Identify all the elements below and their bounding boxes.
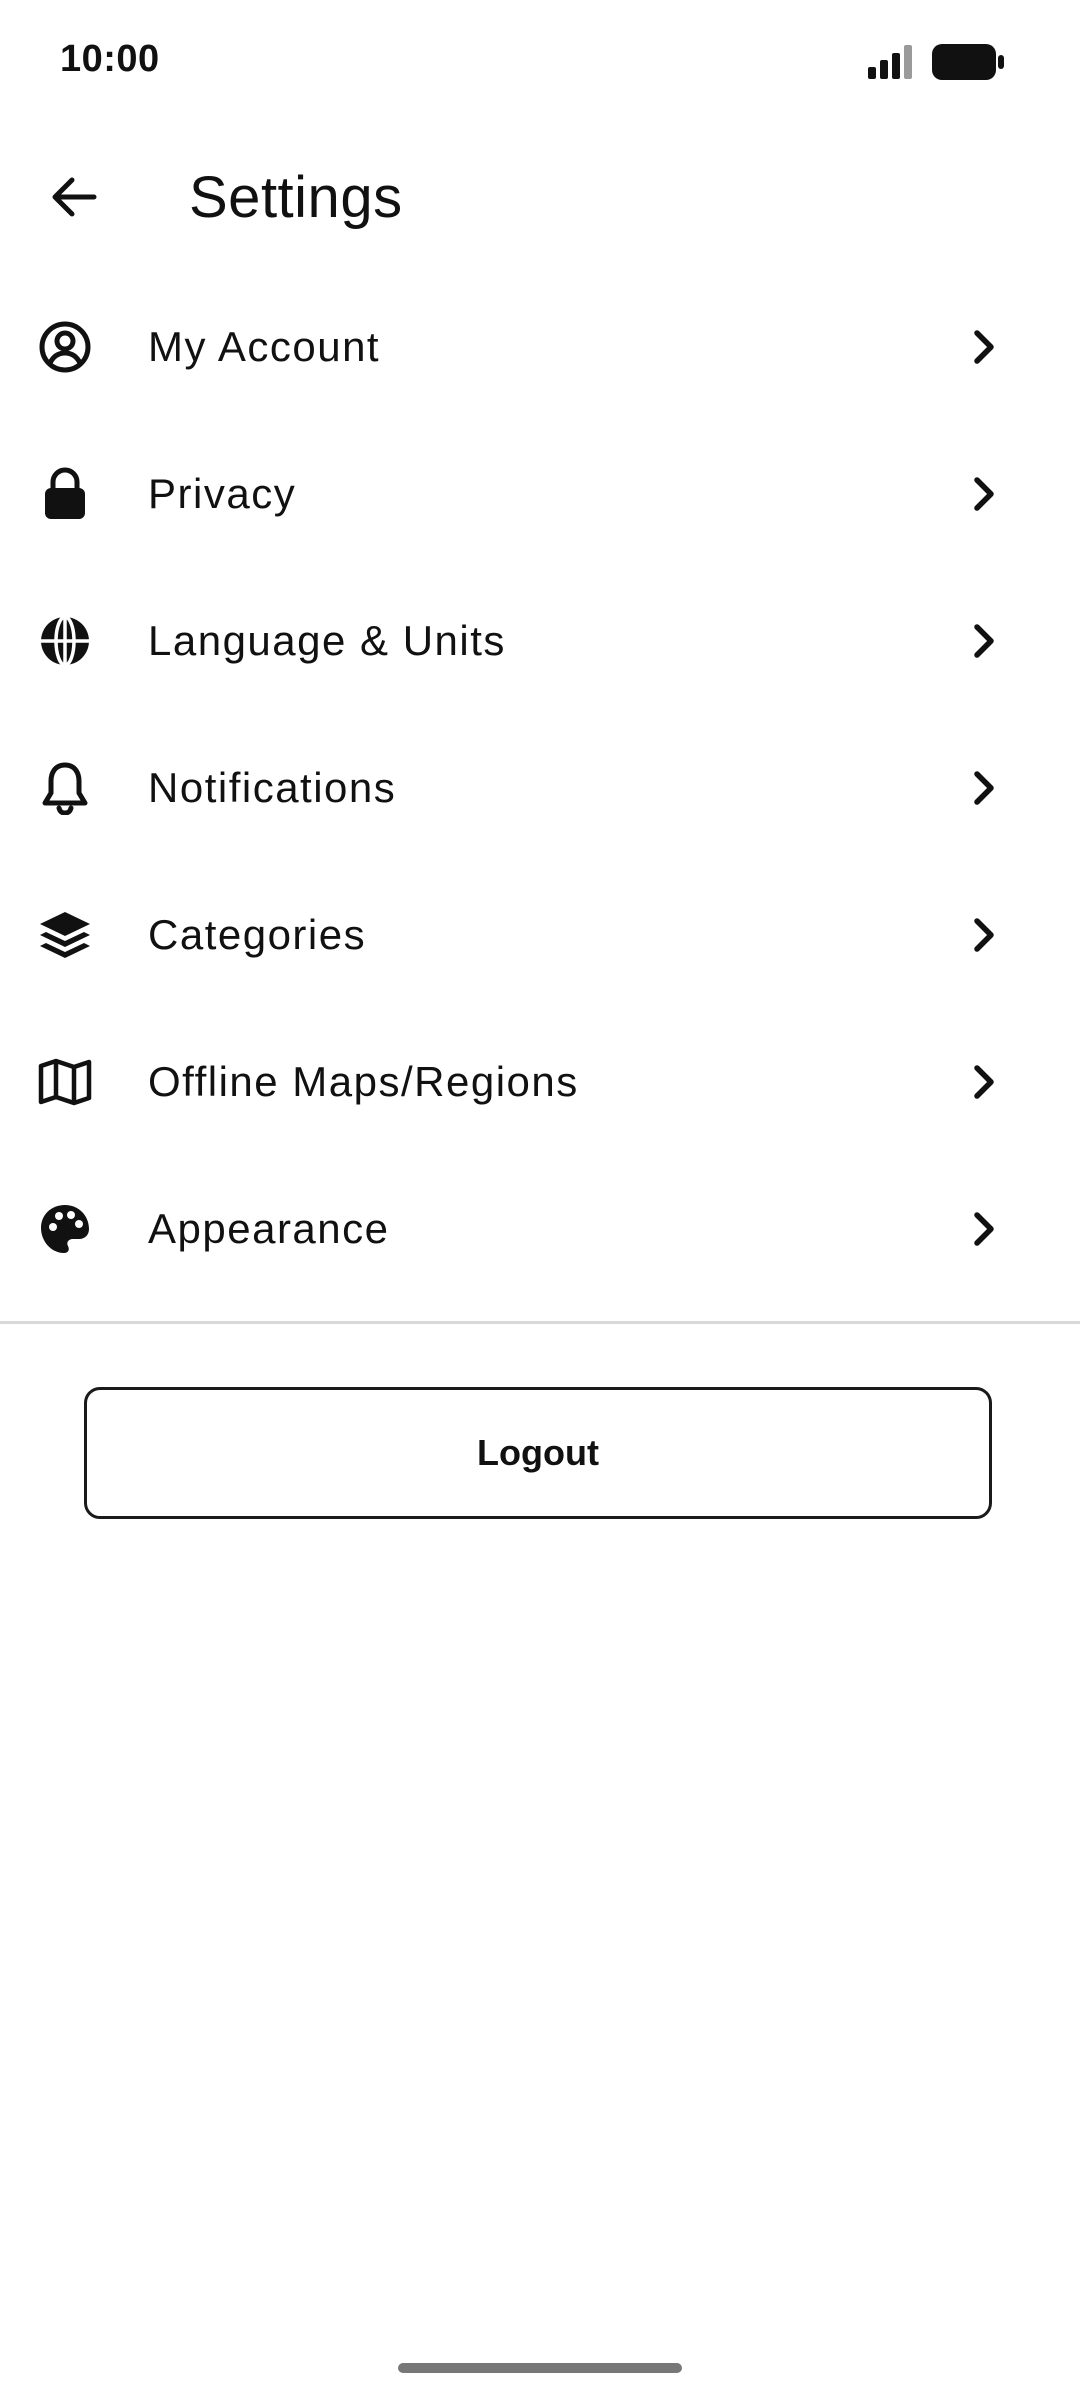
menu-item-label: Language & Units xyxy=(148,616,506,664)
menu-item-my-account[interactable]: My Account xyxy=(0,273,1080,420)
menu-item-label: Appearance xyxy=(148,1204,390,1252)
menu-item-privacy[interactable]: Privacy xyxy=(0,420,1080,567)
menu-item-label: Categories xyxy=(148,910,367,958)
menu-item-label: Offline Maps/Regions xyxy=(148,1057,579,1105)
layers-icon xyxy=(36,906,94,964)
battery-icon xyxy=(932,44,1004,80)
bell-icon xyxy=(36,759,94,817)
palette-icon xyxy=(36,1200,94,1258)
map-icon xyxy=(36,1053,94,1111)
menu-item-language-units[interactable]: Language & Units xyxy=(0,567,1080,714)
arrow-left-icon xyxy=(52,177,97,217)
menu-item-label: My Account xyxy=(148,322,381,370)
globe-icon xyxy=(36,612,94,670)
menu-item-appearance[interactable]: Appearance xyxy=(0,1155,1080,1302)
settings-menu: My Account Privacy Language & Units Noti… xyxy=(0,273,1080,1302)
menu-item-offline-maps[interactable]: Offline Maps/Regions xyxy=(0,1008,1080,1155)
divider xyxy=(0,1321,1080,1324)
chevron-right-icon xyxy=(962,325,1006,369)
user-circle-icon xyxy=(36,318,94,376)
chevron-right-icon xyxy=(962,619,1006,663)
chevron-right-icon xyxy=(962,913,1006,957)
chevron-right-icon xyxy=(962,766,1006,810)
status-time: 10:00 xyxy=(60,38,160,80)
logout-button[interactable]: Logout xyxy=(84,1387,992,1519)
status-icons xyxy=(868,44,1004,80)
menu-item-notifications[interactable]: Notifications xyxy=(0,714,1080,861)
chevron-right-icon xyxy=(962,1207,1006,1251)
status-bar: 10:00 xyxy=(0,0,1080,120)
chevron-right-icon xyxy=(962,472,1006,516)
signal-icon xyxy=(868,45,912,79)
back-button[interactable] xyxy=(40,162,110,232)
menu-item-categories[interactable]: Categories xyxy=(0,861,1080,1008)
app-header: Settings xyxy=(0,140,1080,260)
menu-item-label: Privacy xyxy=(148,469,297,517)
page-title: Settings xyxy=(189,165,403,230)
chevron-right-icon xyxy=(962,1060,1006,1104)
home-indicator[interactable] xyxy=(398,2363,682,2373)
lock-icon xyxy=(36,465,94,523)
menu-item-label: Notifications xyxy=(148,763,397,811)
